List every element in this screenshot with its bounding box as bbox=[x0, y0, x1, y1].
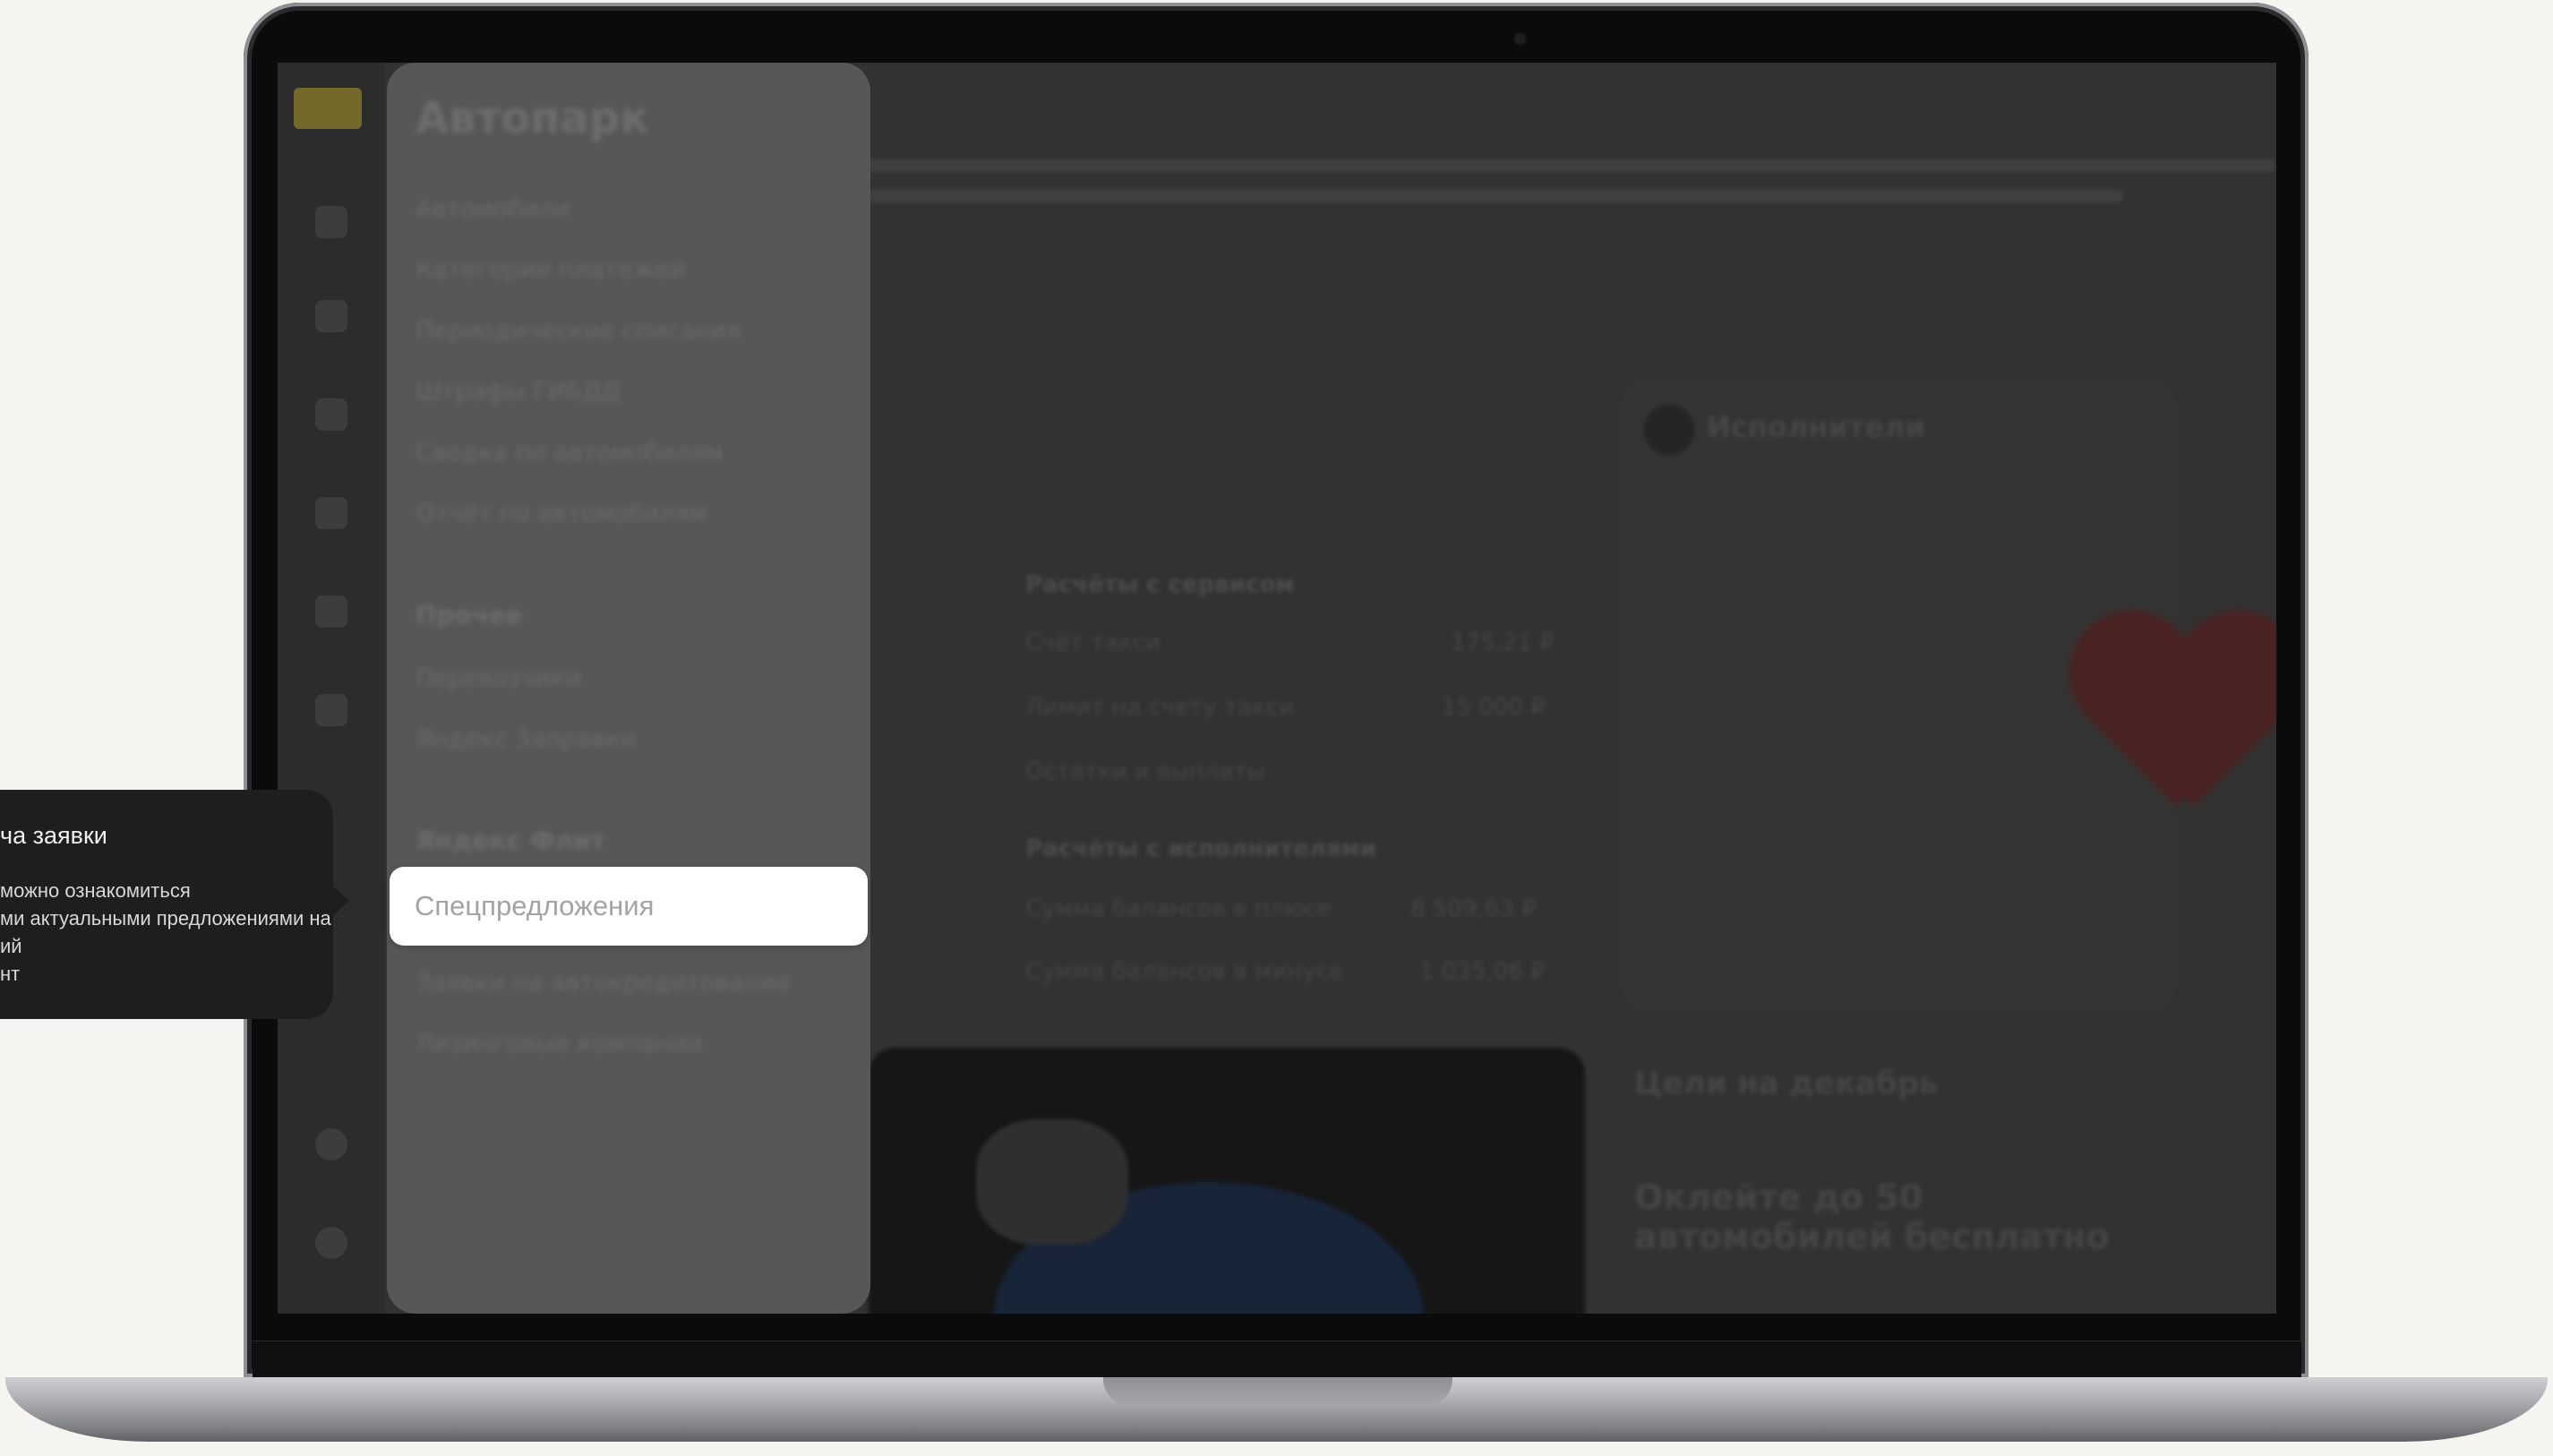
camera-dot bbox=[1515, 34, 1525, 44]
nav-item[interactable]: Категории платежей bbox=[416, 256, 686, 284]
nav-item[interactable]: Перевозчики bbox=[416, 664, 581, 692]
nav-panel: Автопарк Автомобили Категории платежей П… bbox=[387, 63, 870, 1314]
nav-item[interactable]: Сводка по автомобилям bbox=[416, 439, 724, 467]
nav-item-special-offers[interactable]: Спецпредложения bbox=[390, 867, 868, 946]
laptop-chin bbox=[253, 1340, 2301, 1378]
nav-item[interactable]: Автомобили bbox=[416, 195, 570, 223]
tooltip-line: ий bbox=[0, 935, 22, 957]
nav-item[interactable]: Периодические списания bbox=[416, 317, 741, 345]
nav-panel-title: Автопарк bbox=[416, 93, 649, 143]
nav-section-other: Прочее bbox=[416, 600, 523, 630]
laptop-screen: Расчёты с сервисом Счёт такси 175,21 ₽ Л… bbox=[278, 63, 2276, 1314]
nav-item[interactable]: Штрафы ГИБДД bbox=[416, 378, 621, 406]
onboarding-tooltip: ча заявки можно ознакомиться ми актуальн… bbox=[0, 790, 349, 1019]
tooltip-line: нт bbox=[0, 963, 21, 985]
laptop-notch bbox=[1103, 1377, 1452, 1406]
nav-item[interactable]: Яндекс Заправки bbox=[416, 725, 636, 753]
tooltip-title: ча заявки bbox=[0, 822, 107, 849]
nav-item[interactable]: Отчёт по автомобилям bbox=[416, 500, 707, 527]
nav-section-fleet: Яндекс Флит bbox=[416, 826, 605, 855]
nav-item[interactable]: Лизинговые компании bbox=[416, 1030, 703, 1058]
nav-item[interactable]: Заявки на автокредитование bbox=[416, 969, 791, 997]
tooltip-line: ми актуальными предложениями на bbox=[0, 907, 331, 929]
tooltip-line: можно ознакомиться bbox=[0, 879, 191, 902]
